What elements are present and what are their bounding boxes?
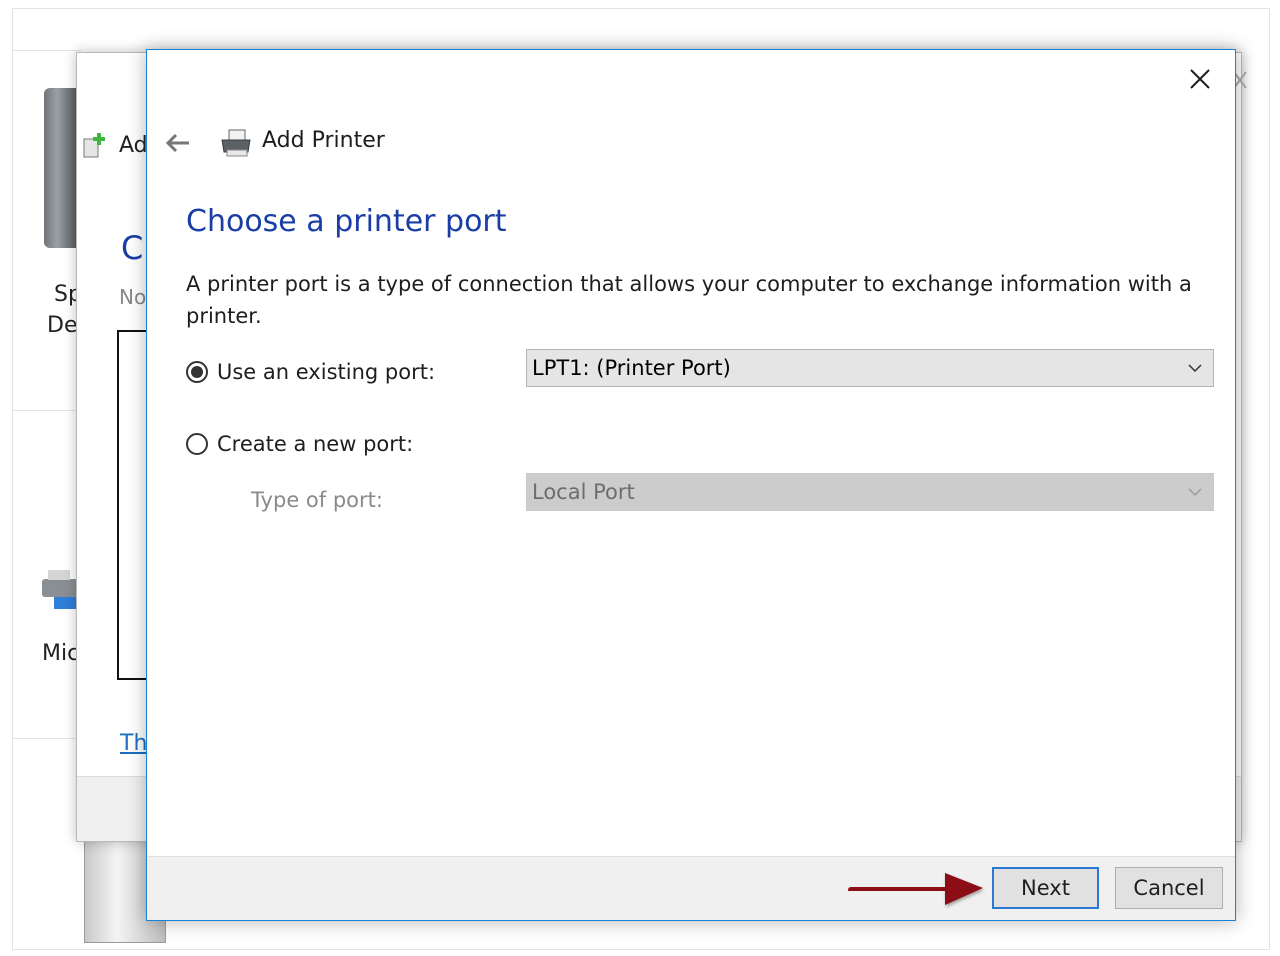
background-device-label: Mic	[42, 641, 80, 666]
background-device-label: De	[47, 313, 78, 338]
type-of-port-select: Local Port	[526, 473, 1214, 511]
printer-icon	[221, 129, 251, 157]
add-device-icon	[83, 133, 105, 158]
page-description: A printer port is a type of connection t…	[186, 272, 1192, 328]
annotation-arrow-icon	[848, 873, 983, 905]
background-divider	[12, 738, 82, 739]
underlying-title: Ad	[119, 133, 148, 158]
existing-port-value: LPT1: (Printer Port)	[532, 356, 731, 380]
speaker-device-icon	[44, 88, 76, 248]
background-divider	[12, 50, 82, 51]
next-button[interactable]: Next	[992, 867, 1099, 909]
cancel-button[interactable]: Cancel	[1115, 867, 1223, 909]
page-heading: Choose a printer port	[186, 204, 507, 239]
type-of-port-value: Local Port	[532, 480, 635, 504]
existing-port-radio[interactable]: Use an existing port:	[186, 360, 435, 384]
chevron-down-icon	[1188, 488, 1202, 497]
dialog-footer: Next Cancel	[147, 856, 1235, 920]
type-of-port-label: Type of port:	[251, 488, 383, 512]
underlying-heading: C	[121, 229, 144, 267]
existing-port-label: Use an existing port:	[217, 360, 436, 384]
add-printer-dialog: Add Printer Choose a printer port A prin…	[146, 49, 1236, 921]
printer-device-icon	[42, 570, 78, 609]
background-divider	[12, 410, 82, 411]
radio-button-unselected[interactable]	[186, 433, 208, 455]
radio-button-selected[interactable]	[186, 361, 208, 383]
dialog-title: Add Printer	[262, 128, 385, 153]
back-arrow-icon[interactable]	[165, 132, 191, 154]
new-port-label: Create a new port:	[217, 432, 414, 456]
underlying-subtext: No	[119, 285, 147, 309]
close-button[interactable]	[1185, 64, 1215, 94]
existing-port-select[interactable]: LPT1: (Printer Port)	[526, 349, 1214, 387]
chevron-down-icon	[1188, 364, 1202, 373]
new-port-radio[interactable]: Create a new port:	[186, 432, 413, 456]
close-icon	[1190, 69, 1210, 89]
underlying-link[interactable]: Th	[120, 731, 147, 756]
